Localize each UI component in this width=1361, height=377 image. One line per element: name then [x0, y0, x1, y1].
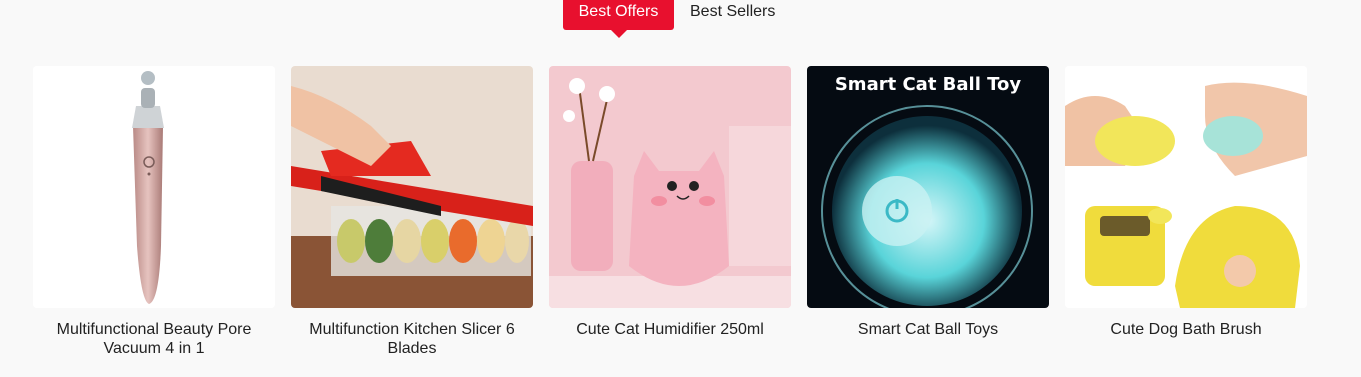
product-image[interactable]: [33, 66, 275, 308]
product-name[interactable]: Cute Cat Humidifier 250ml: [549, 320, 791, 339]
product-card[interactable]: Cute Cat Humidifier 250ml: [549, 66, 791, 339]
product-card[interactable]: Cute Dog Bath Brush: [1065, 66, 1307, 339]
product-name[interactable]: Cute Dog Bath Brush: [1065, 320, 1307, 339]
product-card[interactable]: Multifunctional Beauty Pore Vacuum 4 in …: [33, 66, 275, 358]
product-image[interactable]: [549, 66, 791, 308]
tab-best-offers[interactable]: Best Offers: [563, 0, 674, 38]
product-image[interactable]: [1065, 66, 1307, 308]
product-name[interactable]: Multifunctional Beauty Pore Vacuum 4 in …: [33, 320, 275, 358]
tab-best-sellers[interactable]: Best Sellers: [684, 0, 781, 24]
product-name[interactable]: Smart Cat Ball Toys: [807, 320, 1049, 339]
product-card[interactable]: Smart Cat Ball Toy Smart Cat Ball Toys: [807, 66, 1049, 339]
product-card[interactable]: Multifunction Kitchen Slicer 6 Blades: [291, 66, 533, 358]
image-caption: Smart Cat Ball Toy: [835, 74, 1022, 95]
product-image[interactable]: [291, 66, 533, 308]
product-image[interactable]: Smart Cat Ball Toy: [807, 66, 1049, 308]
category-tabs: Best Offers Best Sellers: [0, 0, 1361, 38]
product-name[interactable]: Multifunction Kitchen Slicer 6 Blades: [291, 320, 533, 358]
